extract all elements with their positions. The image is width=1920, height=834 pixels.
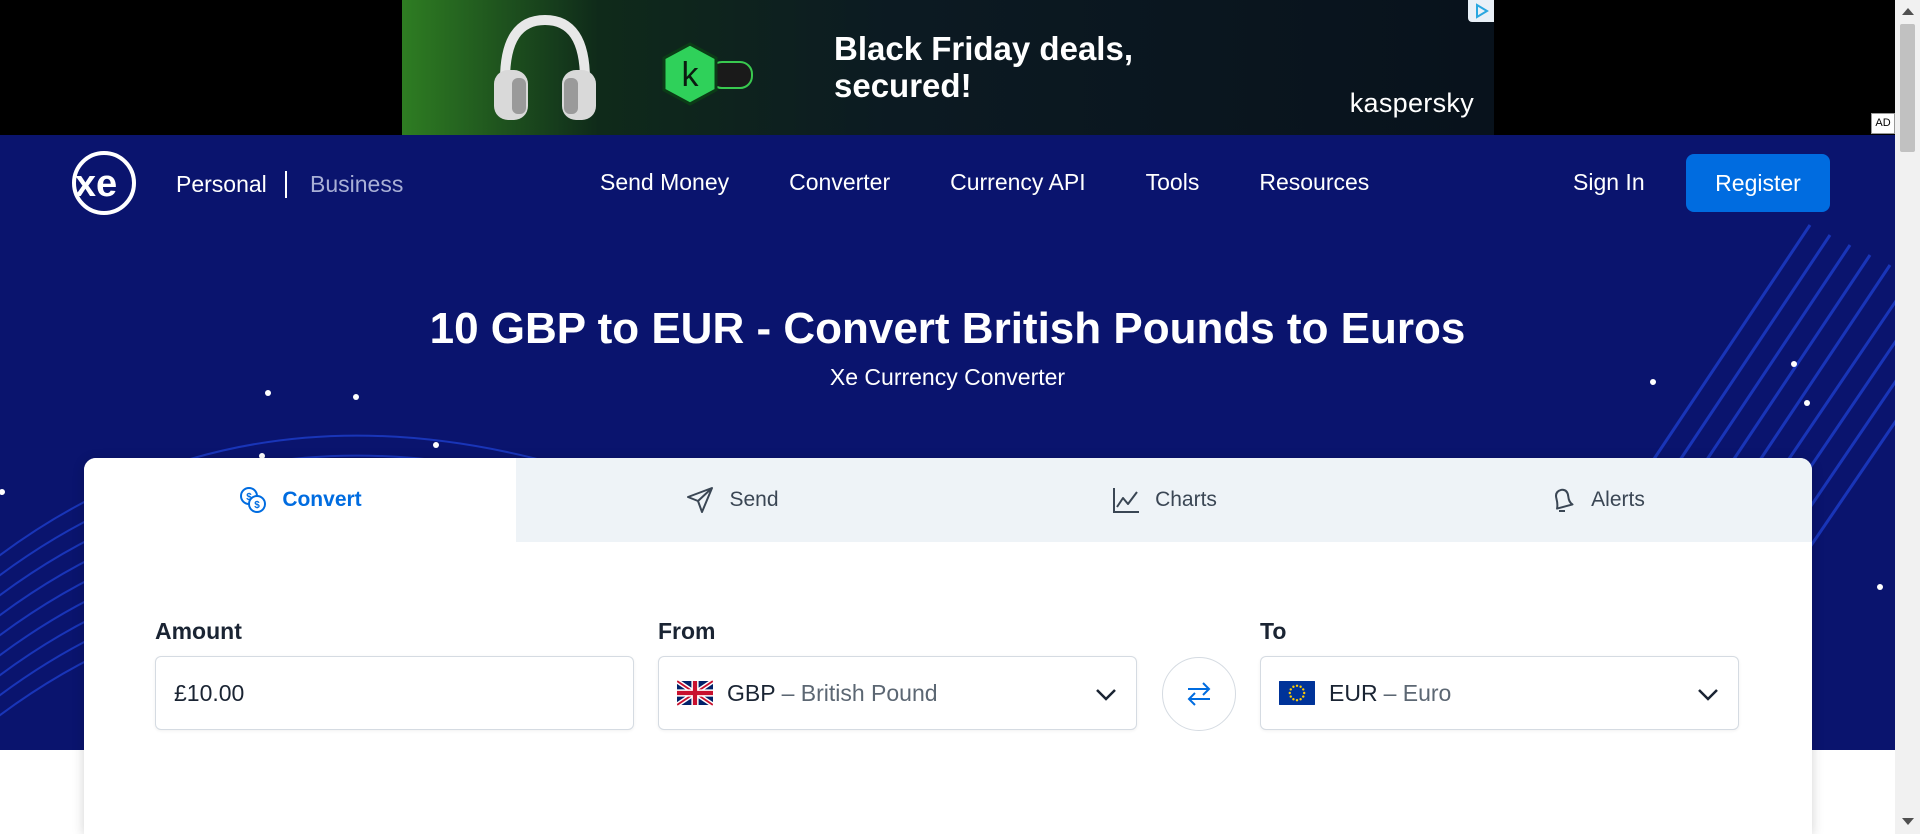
amount-label: Amount: [155, 618, 242, 644]
from-label: From: [658, 618, 716, 644]
tab-charts-label: Charts: [1155, 488, 1217, 511]
nav-links: Send Money Converter Currency API Tools …: [600, 169, 1429, 196]
ad-label: AD: [1871, 113, 1895, 134]
svg-text:$: $: [247, 492, 253, 503]
swap-currencies-button[interactable]: [1162, 657, 1236, 731]
page-title: 10 GBP to EUR - Convert British Pounds t…: [429, 304, 1466, 353]
sign-in-link[interactable]: Sign In: [1573, 169, 1645, 196]
kaspersky-badge-icon: k: [662, 42, 753, 106]
ad-banner[interactable]: k Black Friday deals, secured! kaspersky: [402, 0, 1494, 135]
xe-logo[interactable]: xe: [64, 150, 142, 216]
page-subtitle: Xe Currency Converter: [829, 364, 1066, 390]
scrollbar-thumb[interactable]: [1900, 24, 1915, 152]
paper-plane-icon: [687, 487, 714, 513]
nav-divider: [285, 171, 287, 198]
amount-input[interactable]: [156, 679, 633, 707]
from-currency-code: GBP: [727, 679, 776, 706]
tab-send-label: Send: [729, 488, 779, 511]
line-chart-icon: [1113, 488, 1140, 513]
tab-charts[interactable]: Charts: [948, 458, 1380, 542]
tab-alerts[interactable]: Alerts: [1380, 458, 1812, 542]
tab-alerts-label: Alerts: [1591, 488, 1645, 511]
to-currency-select[interactable]: EUR – Euro: [1260, 656, 1739, 730]
currency-exchange-icon: $ $: [240, 487, 267, 513]
chevron-down-icon: [1698, 689, 1718, 701]
nav-send-money-link[interactable]: Send Money: [600, 169, 729, 196]
tab-convert-label: Convert: [282, 488, 362, 511]
converter-tabs: $ $ Convert Send Charts Alerts: [84, 458, 1812, 542]
to-currency-code: EUR: [1329, 679, 1378, 706]
ad-headline: Black Friday deals, secured!: [834, 30, 1133, 104]
converter-card: $ $ Convert Send Charts Alerts Amount £1…: [84, 458, 1812, 834]
tab-convert[interactable]: $ $ Convert: [84, 458, 516, 542]
nav-currency-api-link[interactable]: Currency API: [950, 169, 1086, 196]
from-currency-select[interactable]: GBP – British Pound: [658, 656, 1137, 730]
ad-banner-bar: k Black Friday deals, secured! kaspersky…: [0, 0, 1920, 135]
nav-tools-link[interactable]: Tools: [1146, 169, 1200, 196]
nav-resources-link[interactable]: Resources: [1259, 169, 1369, 196]
to-currency-name: – Euro: [1383, 679, 1452, 706]
headphones-image: [494, 14, 596, 120]
tab-send[interactable]: Send: [516, 458, 948, 542]
nav-converter-link[interactable]: Converter: [789, 169, 890, 196]
ad-choices-icon[interactable]: [1468, 0, 1494, 22]
to-label: To: [1260, 618, 1287, 644]
amount-field[interactable]: [155, 656, 634, 730]
page-scrollbar[interactable]: [1895, 0, 1920, 834]
scroll-down-arrow-icon[interactable]: [1902, 818, 1914, 825]
scroll-up-arrow-icon[interactable]: [1902, 8, 1914, 15]
register-button[interactable]: Register: [1686, 154, 1830, 212]
top-navigation: xe Personal Business Send Money Converte…: [0, 135, 1895, 230]
nav-business-link[interactable]: Business: [310, 171, 403, 198]
ad-brand-logo: kaspersky: [1349, 88, 1474, 118]
uk-flag-icon: [677, 680, 713, 706]
eu-flag-icon: [1279, 681, 1315, 705]
from-currency-name: – British Pound: [781, 679, 938, 706]
swap-arrows-icon: [1187, 682, 1211, 706]
svg-text:$: $: [255, 500, 261, 511]
bell-icon: [1555, 488, 1574, 512]
nav-personal-link[interactable]: Personal: [176, 171, 267, 198]
svg-text:k: k: [682, 56, 700, 94]
chevron-down-icon: [1096, 689, 1116, 701]
svg-text:xe: xe: [75, 163, 117, 205]
